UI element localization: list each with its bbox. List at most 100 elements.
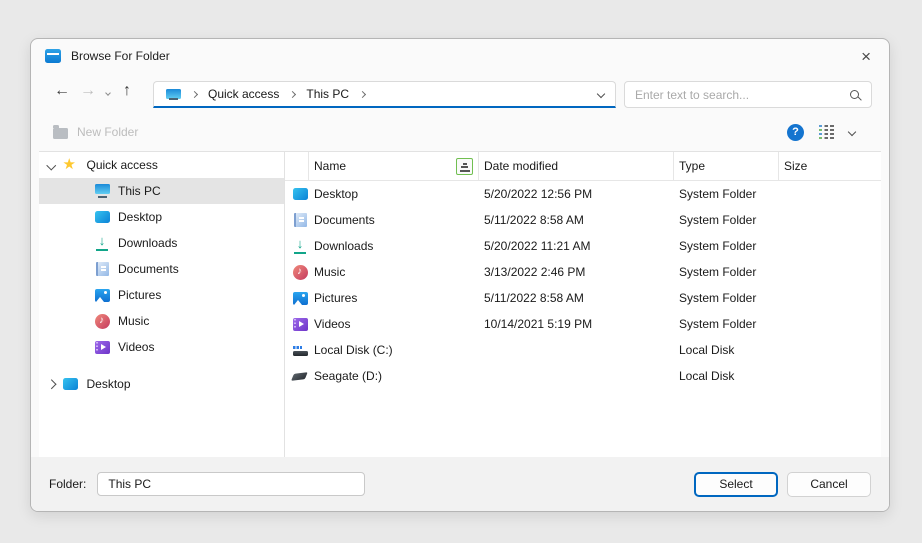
tree-item[interactable]: Desktop [39, 371, 284, 397]
tree-item[interactable]: Quick access [39, 152, 284, 178]
help-icon[interactable] [787, 123, 804, 141]
file-row[interactable]: Local Disk (C:) Local Disk [285, 337, 881, 363]
cancel-button[interactable]: Cancel [787, 471, 871, 497]
tree-item-label: Downloads [118, 236, 178, 250]
back-button[interactable]: ← [54, 82, 70, 100]
recent-locations-chevron-icon[interactable] [105, 90, 111, 96]
select-button[interactable]: Select [694, 471, 778, 497]
file-date-modified: 5/11/2022 8:58 AM [484, 291, 584, 305]
column-header-date-modified[interactable]: Date modified [479, 152, 674, 180]
breadcrumb-separator-icon [289, 90, 297, 98]
column-header-size[interactable]: Size [779, 152, 881, 180]
column-header-type[interactable]: Type [674, 152, 779, 180]
tree-item-label: Desktop [86, 377, 131, 391]
file-type: Local Disk [679, 343, 735, 357]
tree-item[interactable]: Desktop [39, 204, 284, 230]
file-icon [292, 290, 308, 306]
tree-item-icon [94, 287, 110, 303]
tree-item-label: Documents [118, 262, 179, 276]
file-type: Local Disk [679, 369, 735, 383]
tree-item-label: Videos [118, 340, 155, 354]
window-icon [45, 49, 61, 63]
file-date-modified: 10/14/2021 5:19 PM [484, 317, 593, 331]
tree-item-icon [94, 235, 110, 251]
column-header-name[interactable]: Name [309, 152, 479, 180]
file-row[interactable]: Music 3/13/2022 2:46 PM System Folder [285, 259, 881, 285]
file-row[interactable]: Downloads 5/20/2022 11:21 AM System Fold… [285, 233, 881, 259]
file-icon [292, 212, 308, 228]
file-row[interactable]: Documents 5/11/2022 8:58 AM System Folde… [285, 207, 881, 233]
file-type: System Folder [679, 187, 757, 201]
tree-item-icon [63, 376, 79, 392]
breadcrumb-item-quick-access[interactable]: Quick access [208, 87, 279, 101]
tree-item[interactable]: Videos [39, 334, 284, 360]
expander-icon[interactable] [46, 160, 56, 170]
toolbar: New Folder [31, 113, 889, 151]
search-input[interactable] [635, 87, 850, 102]
file-name: Videos [314, 317, 351, 331]
tree-item[interactable]: Documents [39, 256, 284, 282]
toolbar-tools [787, 123, 857, 141]
folder-input[interactable] [97, 472, 366, 496]
file-name: Desktop [314, 187, 359, 201]
tree-item[interactable]: Pictures [39, 282, 284, 308]
up-button[interactable]: ↑ [123, 82, 131, 100]
file-date-modified: 5/20/2022 12:56 PM [484, 187, 593, 201]
tree-item[interactable]: Music [39, 308, 284, 334]
new-folder-label: New Folder [77, 125, 139, 139]
titlebar: Browse For Folder × [31, 39, 889, 73]
tree-item-label: Desktop [118, 210, 163, 224]
folder-icon [53, 125, 68, 139]
tree-item[interactable]: Downloads [39, 230, 284, 256]
file-icon [292, 264, 308, 280]
view-options-chevron-icon[interactable] [847, 127, 857, 137]
file-name: Music [314, 265, 346, 279]
column-label-date-modified: Date modified [484, 159, 559, 173]
footer: Folder: Select Cancel [31, 457, 889, 511]
file-list: Name Date modified Type Size Desktop 5/2… [284, 152, 881, 457]
folder-tree: Quick access This PC Desktop [39, 152, 284, 457]
breadcrumb-dropdown-icon[interactable] [596, 89, 606, 99]
file-date-modified: 3/13/2022 2:46 PM [484, 265, 586, 279]
search-icon [850, 90, 859, 99]
file-icon [292, 186, 308, 202]
file-date-modified: 5/11/2022 8:58 AM [484, 213, 584, 227]
file-row[interactable]: Pictures 5/11/2022 8:58 AM System Folder [285, 285, 881, 311]
details-view-icon[interactable] [819, 124, 834, 141]
file-type: System Folder [679, 239, 757, 253]
breadcrumb[interactable]: Quick access This PC [153, 81, 616, 108]
breadcrumb-item-this-pc[interactable]: This PC [306, 87, 349, 101]
tree-item-label: This PC [118, 184, 161, 198]
forward-button[interactable]: → [80, 82, 96, 100]
close-icon[interactable]: × [857, 48, 875, 65]
tree-item[interactable]: This PC [39, 178, 284, 204]
file-name: Pictures [314, 291, 358, 305]
tree-item-icon [94, 209, 110, 225]
search-box [624, 81, 872, 108]
browse-for-folder-dialog: Browse For Folder × ← → ↑ Quick access T… [30, 38, 890, 512]
list-header: Name Date modified Type Size [285, 152, 881, 181]
column-label-name: Name [314, 159, 347, 173]
file-date-modified: 5/20/2022 11:21 AM [484, 239, 591, 253]
tree-item-icon [94, 261, 110, 277]
column-label-type: Type [679, 159, 706, 173]
file-row[interactable]: Seagate (D:) Local Disk [285, 363, 881, 389]
tree-item-icon [94, 313, 110, 329]
file-name: Local Disk (C:) [314, 343, 393, 357]
column-header-icon[interactable] [285, 152, 309, 180]
file-icon [292, 316, 308, 332]
tree-item-label: Quick access [86, 158, 158, 172]
file-type: System Folder [679, 317, 757, 331]
expander-icon[interactable] [46, 379, 56, 389]
content-area: Quick access This PC Desktop [39, 151, 881, 458]
file-icon [292, 238, 308, 254]
file-icon [292, 368, 308, 384]
file-row[interactable]: Videos 10/14/2021 5:19 PM System Folder [285, 311, 881, 337]
this-pc-icon [165, 88, 181, 101]
dialog-title: Browse For Folder [71, 49, 170, 63]
file-name: Seagate (D:) [314, 369, 383, 383]
sort-ascending-icon[interactable] [456, 157, 473, 175]
file-row[interactable]: Desktop 5/20/2022 12:56 PM System Folder [285, 181, 881, 207]
file-name: Downloads [314, 239, 374, 253]
new-folder-button[interactable]: New Folder [53, 125, 138, 139]
